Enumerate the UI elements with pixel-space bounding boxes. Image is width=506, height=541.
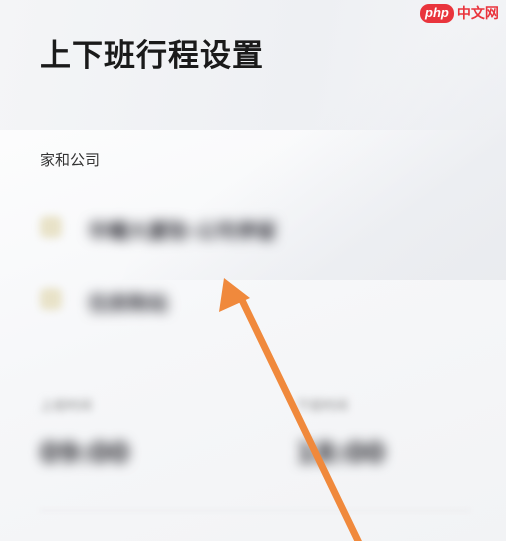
arrow-shaft xyxy=(236,292,362,541)
annotation-arrow xyxy=(219,278,362,541)
screen: 上下班行程设置 家和公司 华耀大厦取-公司停留 住房购站 上班时间 09:00 … xyxy=(0,0,506,541)
watermark-text: 中文网 xyxy=(456,6,499,22)
watermark-logo: php 中文网 xyxy=(420,2,499,24)
watermark-badge: php xyxy=(420,3,454,23)
